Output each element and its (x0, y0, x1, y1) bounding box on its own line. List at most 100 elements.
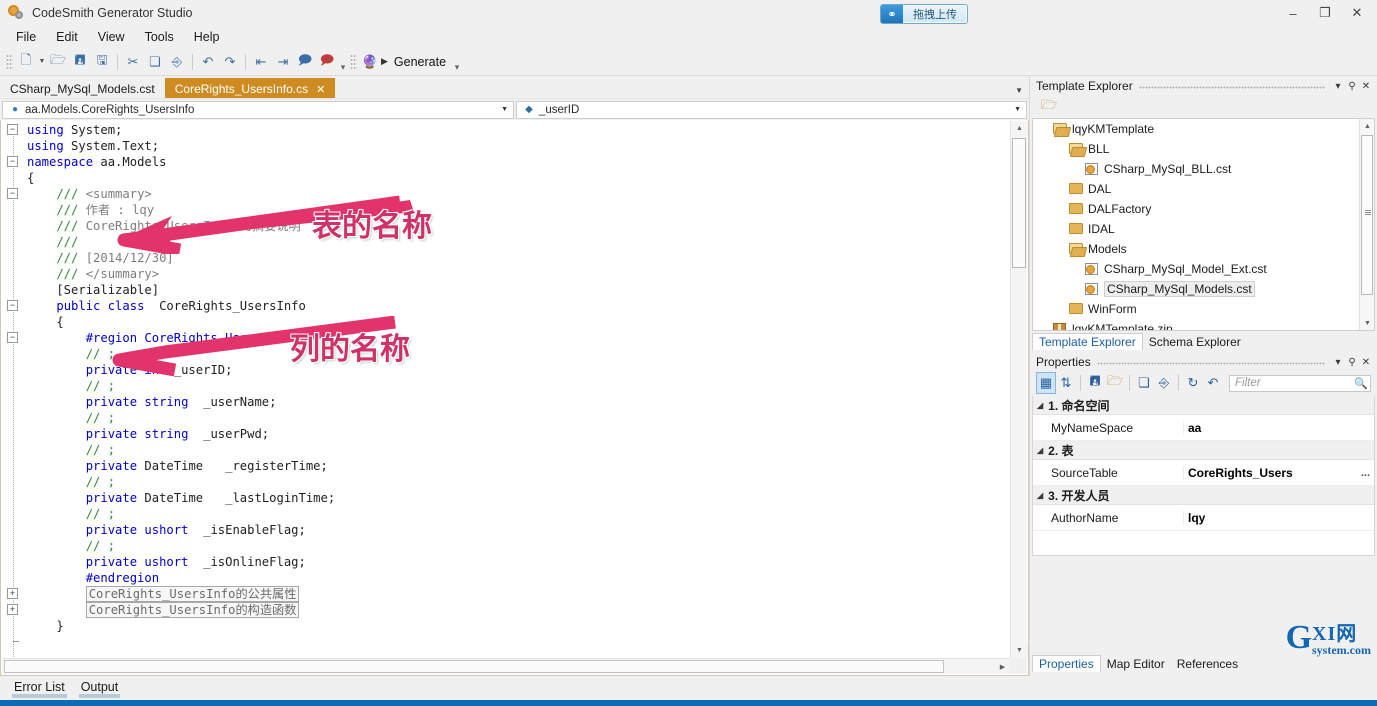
copy-icon[interactable]: ❏ (144, 51, 166, 73)
pin-icon[interactable]: ⚲ (1345, 357, 1359, 368)
member-selector-dropdown[interactable]: ◆ _userID ▼ (516, 100, 1027, 119)
dock-tab-properties[interactable]: Properties (1032, 655, 1101, 672)
property-value[interactable]: aa (1183, 420, 1374, 435)
dock-tab-references[interactable]: References (1171, 656, 1244, 672)
undo-icon[interactable]: ↶ (197, 51, 219, 73)
template-explorer-tree[interactable]: lqyKMTemplate BLL CSharp_MySql_BLL.cst DAL D… (1032, 118, 1375, 331)
outdent-icon[interactable]: ⇤ (250, 51, 272, 73)
scroll-up-icon[interactable]: ▲ (1360, 119, 1374, 133)
fold-collapse-icon[interactable]: − (7, 300, 18, 311)
code-editor[interactable]: − − − − − + + using System; using System.Text; n… (0, 120, 1029, 676)
refresh-icon[interactable]: ↻ (1183, 372, 1203, 394)
property-category[interactable]: ◢ 3. 开发人员 (1033, 486, 1374, 505)
scrollbar-thumb[interactable] (1361, 135, 1373, 295)
scrollbar-thumb[interactable] (4, 660, 944, 673)
property-category[interactable]: ◢ 2. 表 (1033, 441, 1374, 460)
triangle-expand-icon[interactable]: ◢ (1037, 401, 1043, 410)
generate-button[interactable]: Generate (388, 55, 452, 69)
editor-horizontal-scrollbar[interactable]: ▶ (2, 658, 1010, 674)
tree-item[interactable]: CSharp_MySql_Models.cst (1033, 279, 1374, 299)
triangle-expand-icon[interactable]: ◢ (1037, 491, 1043, 500)
copy-properties-icon[interactable]: ❏ (1134, 372, 1154, 394)
toolbar-grip[interactable] (6, 53, 13, 70)
load-properties-icon[interactable]: 🗁 (1105, 372, 1125, 394)
tree-item[interactable]: lqyKMTemplate (1033, 119, 1374, 139)
open-template-folder-icon[interactable]: 🗁 (1038, 96, 1060, 118)
fold-collapse-icon[interactable]: − (7, 124, 18, 135)
drag-upload-button[interactable]: ⚭ 拖拽上传 (880, 4, 968, 24)
chevron-down-icon[interactable]: ▼ (1015, 86, 1023, 95)
cut-icon[interactable]: ✂ (122, 51, 144, 73)
fold-collapse-icon[interactable]: − (7, 156, 18, 167)
panel-drag-handle[interactable] (1138, 81, 1325, 91)
property-value[interactable]: lqy (1183, 510, 1374, 525)
properties-filter-input[interactable]: Filter 🔍 (1229, 374, 1371, 392)
property-value[interactable]: CoreRights_Users... (1183, 465, 1374, 480)
toolbar-overflow-icon[interactable]: ▾ (338, 62, 348, 75)
toolbar-overflow-icon[interactable]: ▾ (452, 62, 462, 75)
fold-expand-icon[interactable]: + (7, 588, 18, 599)
close-button[interactable]: ✕ (1341, 0, 1373, 26)
scroll-down-icon[interactable]: ▼ (1360, 316, 1374, 330)
scroll-right-icon[interactable]: ▶ (995, 660, 1010, 674)
fold-expand-icon[interactable]: + (7, 604, 18, 615)
tree-item[interactable]: Models (1033, 239, 1374, 259)
menu-item-edit[interactable]: Edit (46, 28, 88, 46)
dock-tab-schema-explorer[interactable]: Schema Explorer (1143, 334, 1247, 350)
property-row[interactable]: MyNameSpace aa (1033, 415, 1374, 441)
close-icon[interactable]: ✕ (1359, 357, 1373, 368)
type-selector-dropdown[interactable]: ● aa.Models.CoreRights_UsersInfo ▼ (2, 100, 514, 119)
editor-vertical-scrollbar[interactable]: ▲ ▼ (1010, 121, 1028, 658)
alphabetical-sort-icon[interactable]: ⇅ (1056, 372, 1076, 394)
template-tree-scrollbar[interactable]: ▲ ▼ (1359, 119, 1374, 330)
tree-item[interactable]: CSharp_MySql_Model_Ext.cst (1033, 259, 1374, 279)
property-row[interactable]: SourceTable CoreRights_Users... (1033, 460, 1374, 486)
fold-collapse-icon[interactable]: − (7, 188, 18, 199)
fold-margin[interactable]: − − − − − + + (1, 120, 27, 675)
save-properties-icon[interactable]: 🖪 (1085, 372, 1105, 394)
uncomment-icon[interactable]: 🗩 (316, 51, 338, 73)
dock-tab-map-editor[interactable]: Map Editor (1101, 656, 1171, 672)
redo-icon[interactable]: ↷ (219, 51, 241, 73)
close-icon[interactable]: ✕ (316, 83, 325, 96)
tree-item[interactable]: IDAL (1033, 219, 1374, 239)
collapsed-region[interactable]: CoreRights_UsersInfo的构造函数 (85, 602, 300, 618)
save-icon[interactable]: 🖪 (69, 51, 91, 73)
properties-grid[interactable]: ◢ 1. 命名空间 MyNameSpace aa ◢ 2. 表 SourceTable Cor… (1032, 396, 1375, 556)
comment-icon[interactable]: 🗩 (294, 51, 316, 73)
bottom-tab-output[interactable]: Output (73, 680, 127, 698)
collapsed-region[interactable]: CoreRights_UsersInfo的公共属性 (85, 586, 300, 602)
tree-item[interactable]: DALFactory (1033, 199, 1374, 219)
tree-item[interactable]: lqyKMTemplate.zip (1033, 319, 1374, 330)
menu-item-view[interactable]: View (88, 28, 135, 46)
minimize-button[interactable]: – (1277, 0, 1309, 26)
property-browse-button[interactable]: ... (1361, 467, 1374, 479)
scroll-up-icon[interactable]: ▲ (1011, 121, 1028, 136)
dock-tab-template-explorer[interactable]: Template Explorer (1032, 333, 1143, 350)
fold-collapse-icon[interactable]: − (7, 332, 18, 343)
property-row[interactable]: AuthorName lqy (1033, 505, 1374, 531)
tree-item[interactable]: CSharp_MySql_BLL.cst (1033, 159, 1374, 179)
chevron-down-icon[interactable]: ▾ (1331, 357, 1345, 368)
tree-item[interactable]: DAL (1033, 179, 1374, 199)
menu-item-file[interactable]: File (6, 28, 46, 46)
panel-drag-handle[interactable] (1096, 357, 1325, 367)
tree-item[interactable]: BLL (1033, 139, 1374, 159)
scroll-down-icon[interactable]: ▼ (1011, 643, 1028, 658)
chevron-down-icon[interactable]: ▼ (1014, 106, 1021, 113)
paste-icon[interactable]: ⎆ (166, 51, 188, 73)
indent-icon[interactable]: ⇥ (272, 51, 294, 73)
run-generate-icon[interactable]: ▶ (381, 56, 388, 67)
reset-icon[interactable]: ↶ (1203, 372, 1223, 394)
build-icon[interactable]: 🔮 (359, 51, 381, 73)
bottom-tab-error-list[interactable]: Error List (6, 680, 73, 698)
pin-icon[interactable]: ⚲ (1345, 81, 1359, 92)
chevron-down-icon[interactable]: ▾ (1331, 81, 1345, 92)
triangle-expand-icon[interactable]: ◢ (1037, 446, 1043, 455)
chevron-down-icon[interactable]: ▼ (501, 106, 508, 113)
new-file-dropdown-icon[interactable]: ▼ (37, 58, 47, 65)
editor-tab-models-cst[interactable]: CSharp_MySql_Models.cst (0, 78, 165, 98)
close-icon[interactable]: ✕ (1359, 81, 1373, 92)
menu-item-help[interactable]: Help (184, 28, 230, 46)
code-text[interactable]: using System; using System.Text; namespace… (27, 122, 1008, 659)
